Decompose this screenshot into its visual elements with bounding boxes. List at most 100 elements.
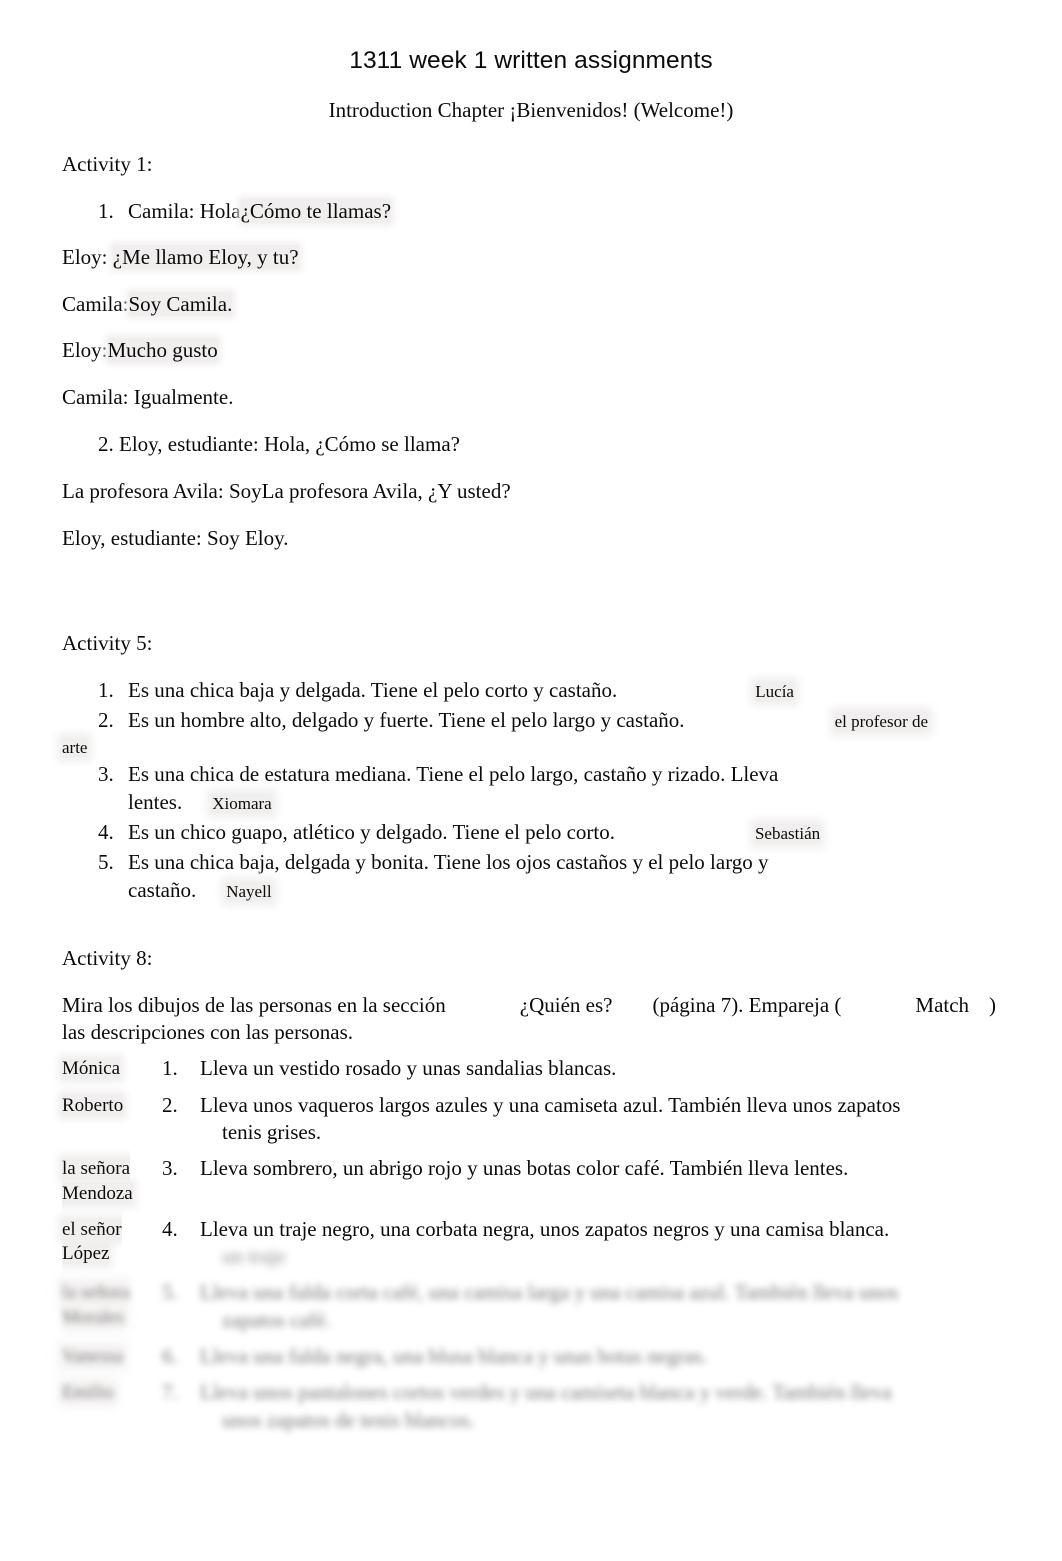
match-person-name: la señora Mendoza xyxy=(62,1155,162,1206)
activity-5-item-2-text: Es un hombre alto, delgado y fuerte. Tie… xyxy=(128,707,685,732)
list-number: 2. xyxy=(98,432,114,457)
list-number: 2. xyxy=(162,1092,178,1117)
activity-1-line-3: Camila:Soy Camila. xyxy=(62,291,1000,318)
person-name-answer: Roberto xyxy=(62,1094,124,1116)
activity-1-line-5: Camila: Igualmente. xyxy=(62,384,1000,411)
list-number: 3. xyxy=(162,1156,178,1181)
person-name-answer: la señora Mendoza xyxy=(62,1158,133,1205)
activity-5-item-5: 5. Es una chica baja, delgada y bonita. T… xyxy=(62,849,1000,904)
activity-5-list-continued: 3. Es una chica de estatura mediana. Tien… xyxy=(62,761,1000,903)
activity-5-item-2-answer-wrap: arte xyxy=(62,737,1000,759)
match-description: Lleva sombrero, un abrigo rojo y unas bo… xyxy=(200,1156,849,1181)
list-number: 4. xyxy=(162,1216,178,1241)
activity-5-item-4-answer: Sebastián xyxy=(754,823,821,843)
activity-5-item-1: 1. Es una chica baja y delgada. Tiene el … xyxy=(62,677,1000,704)
activity-1-line-4-answer: Mucho gusto xyxy=(107,338,218,363)
speaker-label: Camila: xyxy=(62,291,129,316)
list-number: 4. xyxy=(98,819,114,844)
activity-5-item-2: 2. Es un hombre alto, delgado y fuerte. T… xyxy=(62,707,1000,734)
match-person-name: Vanessa xyxy=(62,1343,162,1370)
activity-1-line-5-text: Igualmente. xyxy=(133,385,234,410)
activity-8-heading: Activity 8: xyxy=(62,945,153,970)
match-description: Lleva una falda corta café, una camisa l… xyxy=(200,1279,1000,1334)
person-name-answer: Mónica xyxy=(62,1058,121,1080)
speaker-label: Camila: xyxy=(62,385,129,410)
activity-8-matching-list: Mónica 1. Lleva un vestido rosado y unas… xyxy=(62,1055,1000,1433)
instruction-part-2: (página 7). Empareja ( xyxy=(652,992,842,1017)
match-answer-blurred: un traje xyxy=(222,1244,286,1269)
activity-5-item-2-answer: el profesor de xyxy=(834,711,929,731)
match-person-name: Roberto xyxy=(62,1092,162,1119)
activity-1-item-1-prompt: Camila: Hola xyxy=(128,199,241,224)
activity-1-item-2-text: Eloy, estudiante: Hola, ¿Cómo se llama? xyxy=(119,432,460,457)
person-name-answer: el señor López xyxy=(62,1218,122,1265)
table-row: la señora Mendoza 3. Lleva sombrero, un … xyxy=(62,1155,1000,1206)
document-body: 1311 week 1 written assignments Introduc… xyxy=(0,0,1062,1434)
match-description: Lleva un traje negro, una corbata negra,… xyxy=(200,1216,1000,1271)
person-name-answer: Vanessa xyxy=(62,1345,124,1367)
list-number: 5. xyxy=(162,1280,178,1305)
speaker-label: Eloy, estudiante: xyxy=(62,525,202,550)
list-number: 3. xyxy=(98,762,114,787)
activity-1-heading: Activity 1: xyxy=(62,152,153,177)
activity-1-item-1-answer: ¿Cómo te llamas? xyxy=(240,199,392,224)
match-description: Lleva unos pantalones cortos verdes y un… xyxy=(200,1379,1000,1434)
person-name-answer: Emilio xyxy=(62,1382,114,1404)
table-row: el señor López 4. Lleva un traje negro, … xyxy=(62,1216,1000,1271)
instruction-part-1: Mira los dibujos de las personas en la s… xyxy=(62,992,446,1017)
activity-5-item-2-answer-cont: arte xyxy=(62,738,88,758)
activity-5-item-5-text-cont: castaño. xyxy=(128,877,197,902)
match-person-name: el señor López xyxy=(62,1216,162,1267)
activity-1-line-3-answer: Soy Camila. xyxy=(128,291,233,316)
list-number: 1. xyxy=(98,677,114,702)
list-number: 2. xyxy=(98,707,114,732)
match-description-line-2: unos zapatos de tenis blancos. xyxy=(222,1407,475,1432)
match-description: Lleva una falda negra, una blusa blanca … xyxy=(200,1343,708,1368)
document-subtitle: Introduction Chapter ¡Bienvenidos! (Welc… xyxy=(328,97,734,122)
activity-1-item-1: 1. Camila: Hola¿Cómo te llamas? xyxy=(62,198,1000,225)
table-row: Mónica 1. Lleva un vestido rosado y unas… xyxy=(62,1055,1000,1082)
activity-1-line-7: Eloy, estudiante: Soy Eloy. xyxy=(62,525,1000,552)
activity-5-item-3: 3. Es una chica de estatura mediana. Tien… xyxy=(62,761,1000,816)
activity-1-list: 1. Camila: Hola¿Cómo te llamas? xyxy=(62,198,1000,225)
activity-1-line-2-answer: ¿Me llamo Eloy, y tu? xyxy=(112,244,299,269)
match-description: Lleva un vestido rosado y unas sandalias… xyxy=(200,1056,617,1081)
activity-5-item-4: 4. Es un chico guapo, atlético y delgado.… xyxy=(62,819,1000,846)
activity-1-line-6: La profesora Avila: SoyLa profesora Avil… xyxy=(62,478,1000,505)
activity-5-item-4-text: Es un chico guapo, atlético y delgado. T… xyxy=(128,819,615,844)
match-description-line-1: Lleva una falda corta café, una camisa l… xyxy=(200,1280,899,1305)
activity-5-heading: Activity 5: xyxy=(62,630,153,655)
speaker-label: Eloy: xyxy=(62,338,108,363)
speaker-label: Eloy: xyxy=(62,244,108,269)
match-description-line-1: Lleva unos pantalones cortos verdes y un… xyxy=(200,1380,892,1405)
activity-1-item-2: 2. Eloy, estudiante: Hola, ¿Cómo se llam… xyxy=(62,431,1000,458)
list-number: 1. xyxy=(162,1056,178,1081)
activity-5-item-3-text: Es una chica de estatura mediana. Tiene … xyxy=(128,762,779,787)
match-person-name: Mónica xyxy=(62,1055,162,1082)
table-row-blurred: la señora Morales 5. Lleva una falda cor… xyxy=(62,1279,1000,1334)
match-description-line-1: Lleva un traje negro, una corbata negra,… xyxy=(200,1216,890,1241)
activity-8-instruction: Mira los dibujos de las personas en la s… xyxy=(62,992,1000,1046)
activity-5-item-5-text: Es una chica baja, delgada y bonita. Tie… xyxy=(128,850,769,875)
table-row: Roberto 2. Lleva unos vaqueros largos az… xyxy=(62,1092,1000,1147)
instruction-match-word: Match xyxy=(915,992,970,1017)
list-number: 6. xyxy=(162,1343,178,1368)
activity-1-line-7-answer: Soy Eloy. xyxy=(207,525,289,550)
document-title: 1311 week 1 written assignments xyxy=(349,47,713,74)
activity-5-item-3-text-cont: lentes. xyxy=(128,789,183,814)
list-number: 7. xyxy=(162,1380,178,1405)
instruction-part-3: ) xyxy=(989,992,997,1017)
match-person-name: Emilio xyxy=(62,1379,162,1406)
activity-5-list: 1. Es una chica baja y delgada. Tiene el … xyxy=(62,677,1000,735)
activity-1-line-4: Eloy:Mucho gusto xyxy=(62,337,1000,364)
activity-5-item-1-text: Es una chica baja y delgada. Tiene el pe… xyxy=(128,677,618,702)
document-page: 1311 week 1 written assignments Introduc… xyxy=(0,0,1062,1561)
match-person-name: la señora Morales xyxy=(62,1279,162,1330)
match-description: Lleva unos vaqueros largos azules y una … xyxy=(200,1092,1000,1147)
table-row-blurred: Emilio 7. Lleva unos pantalones cortos v… xyxy=(62,1379,1000,1434)
activity-5-item-1-answer: Lucía xyxy=(755,681,794,701)
list-number: 5. xyxy=(98,850,114,875)
list-number: 1. xyxy=(98,199,114,224)
